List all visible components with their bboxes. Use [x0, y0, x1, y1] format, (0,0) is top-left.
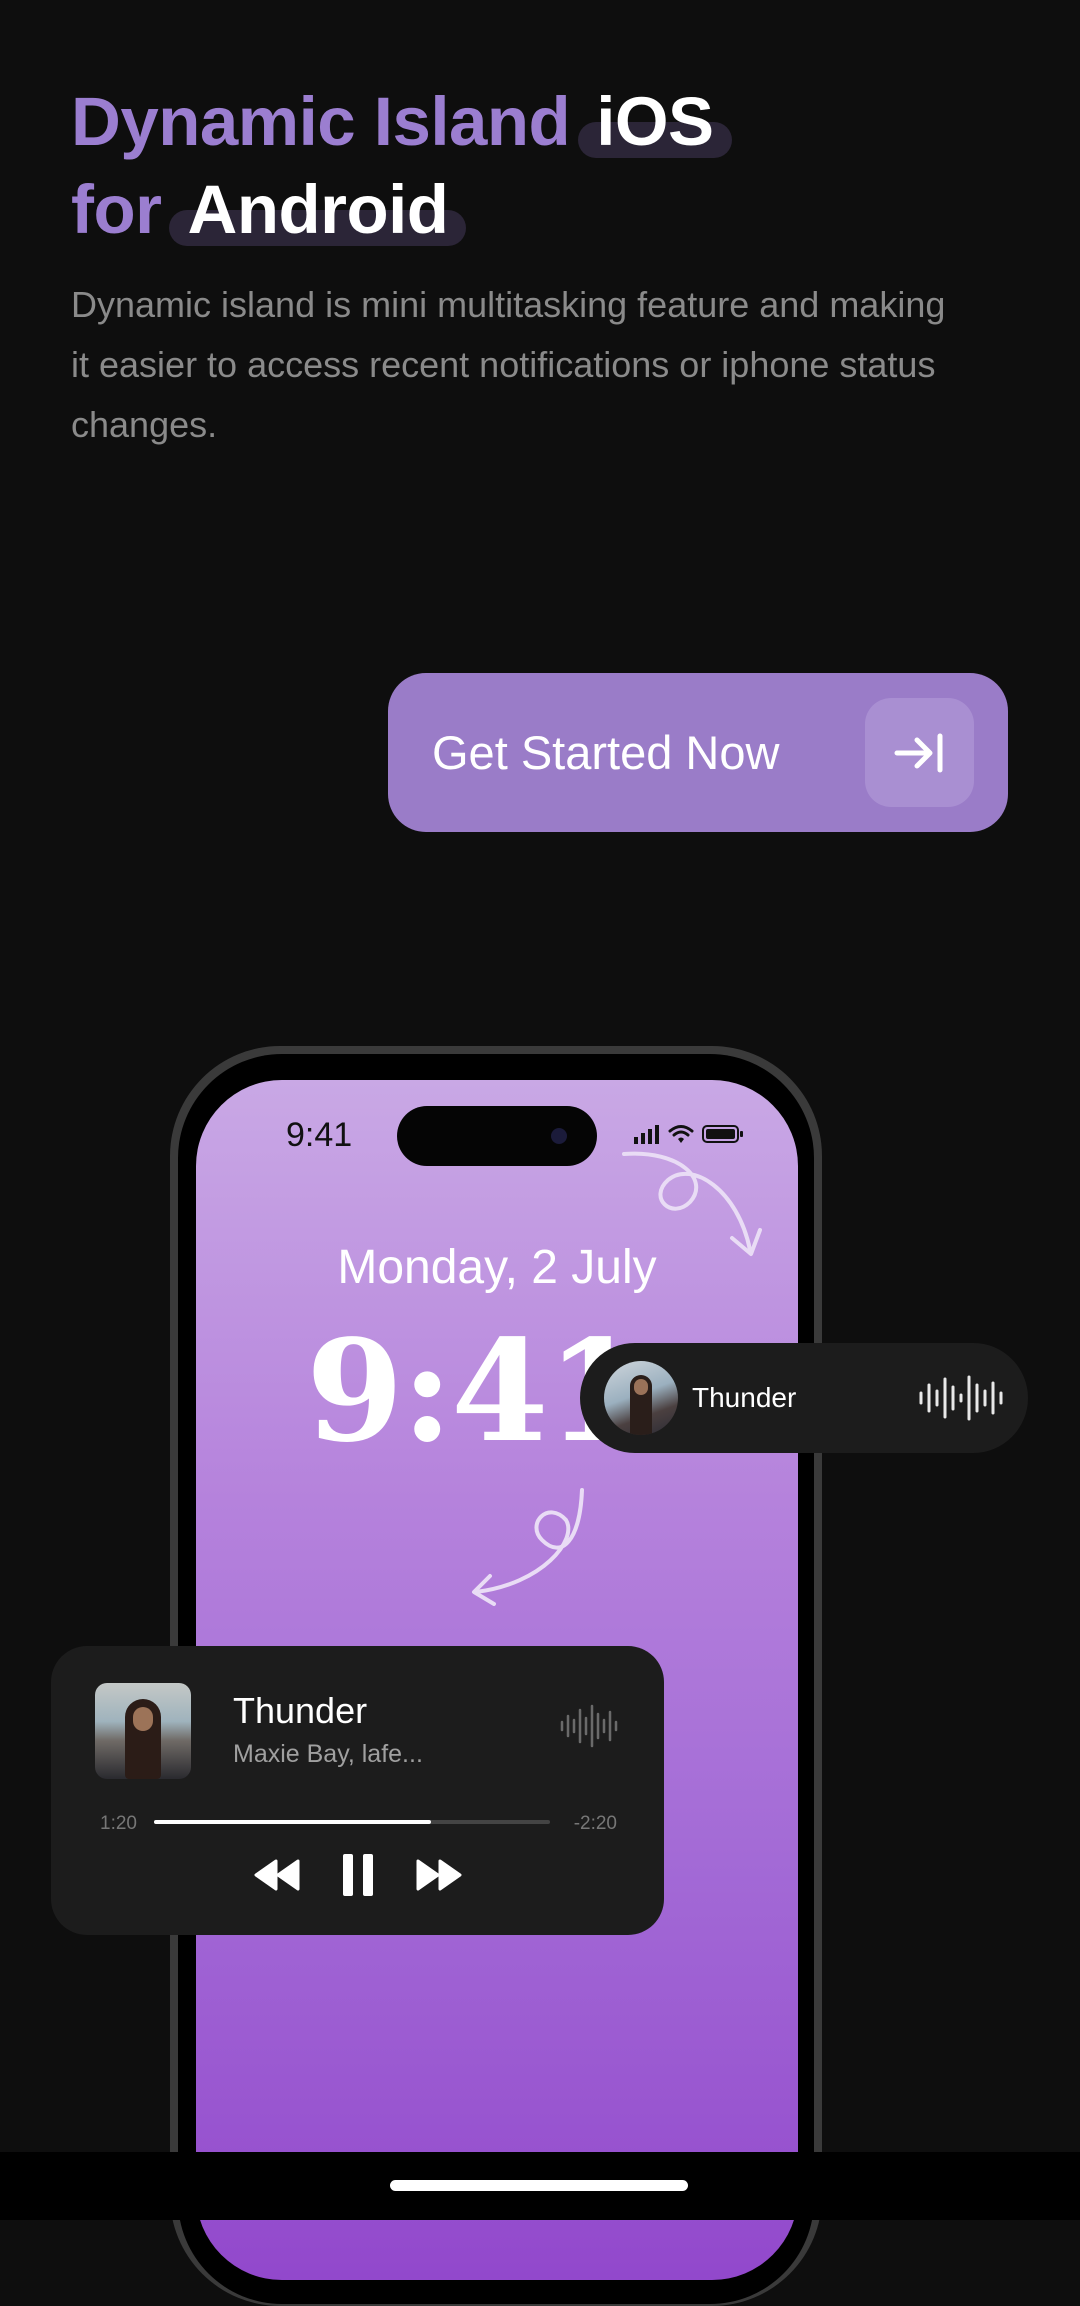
page-subtitle: Dynamic island is mini multitasking feat… [71, 284, 946, 445]
page-title: Dynamic Island iOS for Android [71, 78, 732, 254]
get-started-label: Get Started Now [432, 726, 780, 779]
playback-progress-bar[interactable] [154, 1820, 550, 1824]
audio-wave-icon [560, 1704, 618, 1748]
title-pill-ios: iOS [578, 78, 732, 166]
curly-arrow-icon-2 [472, 1488, 584, 1606]
title-text-for: for [71, 171, 162, 248]
playback-progress-fill [154, 1820, 432, 1824]
album-art [95, 1683, 191, 1779]
fast-forward-icon [416, 1859, 461, 1891]
island-music-notification[interactable]: Thunder [580, 1343, 1028, 1453]
status-bar-time: 9:41 [286, 1116, 353, 1154]
title-line-2: for Android [71, 166, 732, 254]
title-text-dynamic-island: Dynamic Island [71, 83, 571, 160]
title-line-1: Dynamic Island iOS [71, 78, 732, 166]
rewind-button[interactable] [252, 1857, 302, 1893]
fast-forward-button[interactable] [414, 1857, 464, 1893]
get-started-button[interactable]: Get Started Now [388, 673, 1008, 832]
curly-arrow-icon [622, 1151, 762, 1256]
music-player-card: Thunder Maxie Bay, lafe... 1:20 -2:20 [51, 1646, 664, 1935]
track-title: Thunder [233, 1690, 368, 1731]
elapsed-time: 1:20 [100, 1813, 137, 1834]
home-indicator[interactable] [390, 2180, 688, 2191]
pause-icon [342, 1854, 373, 1896]
track-artist: Maxie Bay, lafe... [233, 1740, 423, 1768]
artist-avatar [604, 1361, 678, 1435]
title-pill-android: Android [169, 166, 467, 254]
rewind-icon [254, 1859, 299, 1891]
notification-title: Thunder [692, 1382, 797, 1413]
playback-controls [51, 1852, 664, 1898]
pause-button[interactable] [340, 1852, 376, 1898]
audio-wave-icon [919, 1375, 1003, 1421]
remaining-time: -2:20 [573, 1813, 617, 1834]
front-camera-icon [551, 1128, 567, 1144]
arrow-right-to-bar-icon [865, 698, 974, 807]
dynamic-island [397, 1106, 597, 1166]
